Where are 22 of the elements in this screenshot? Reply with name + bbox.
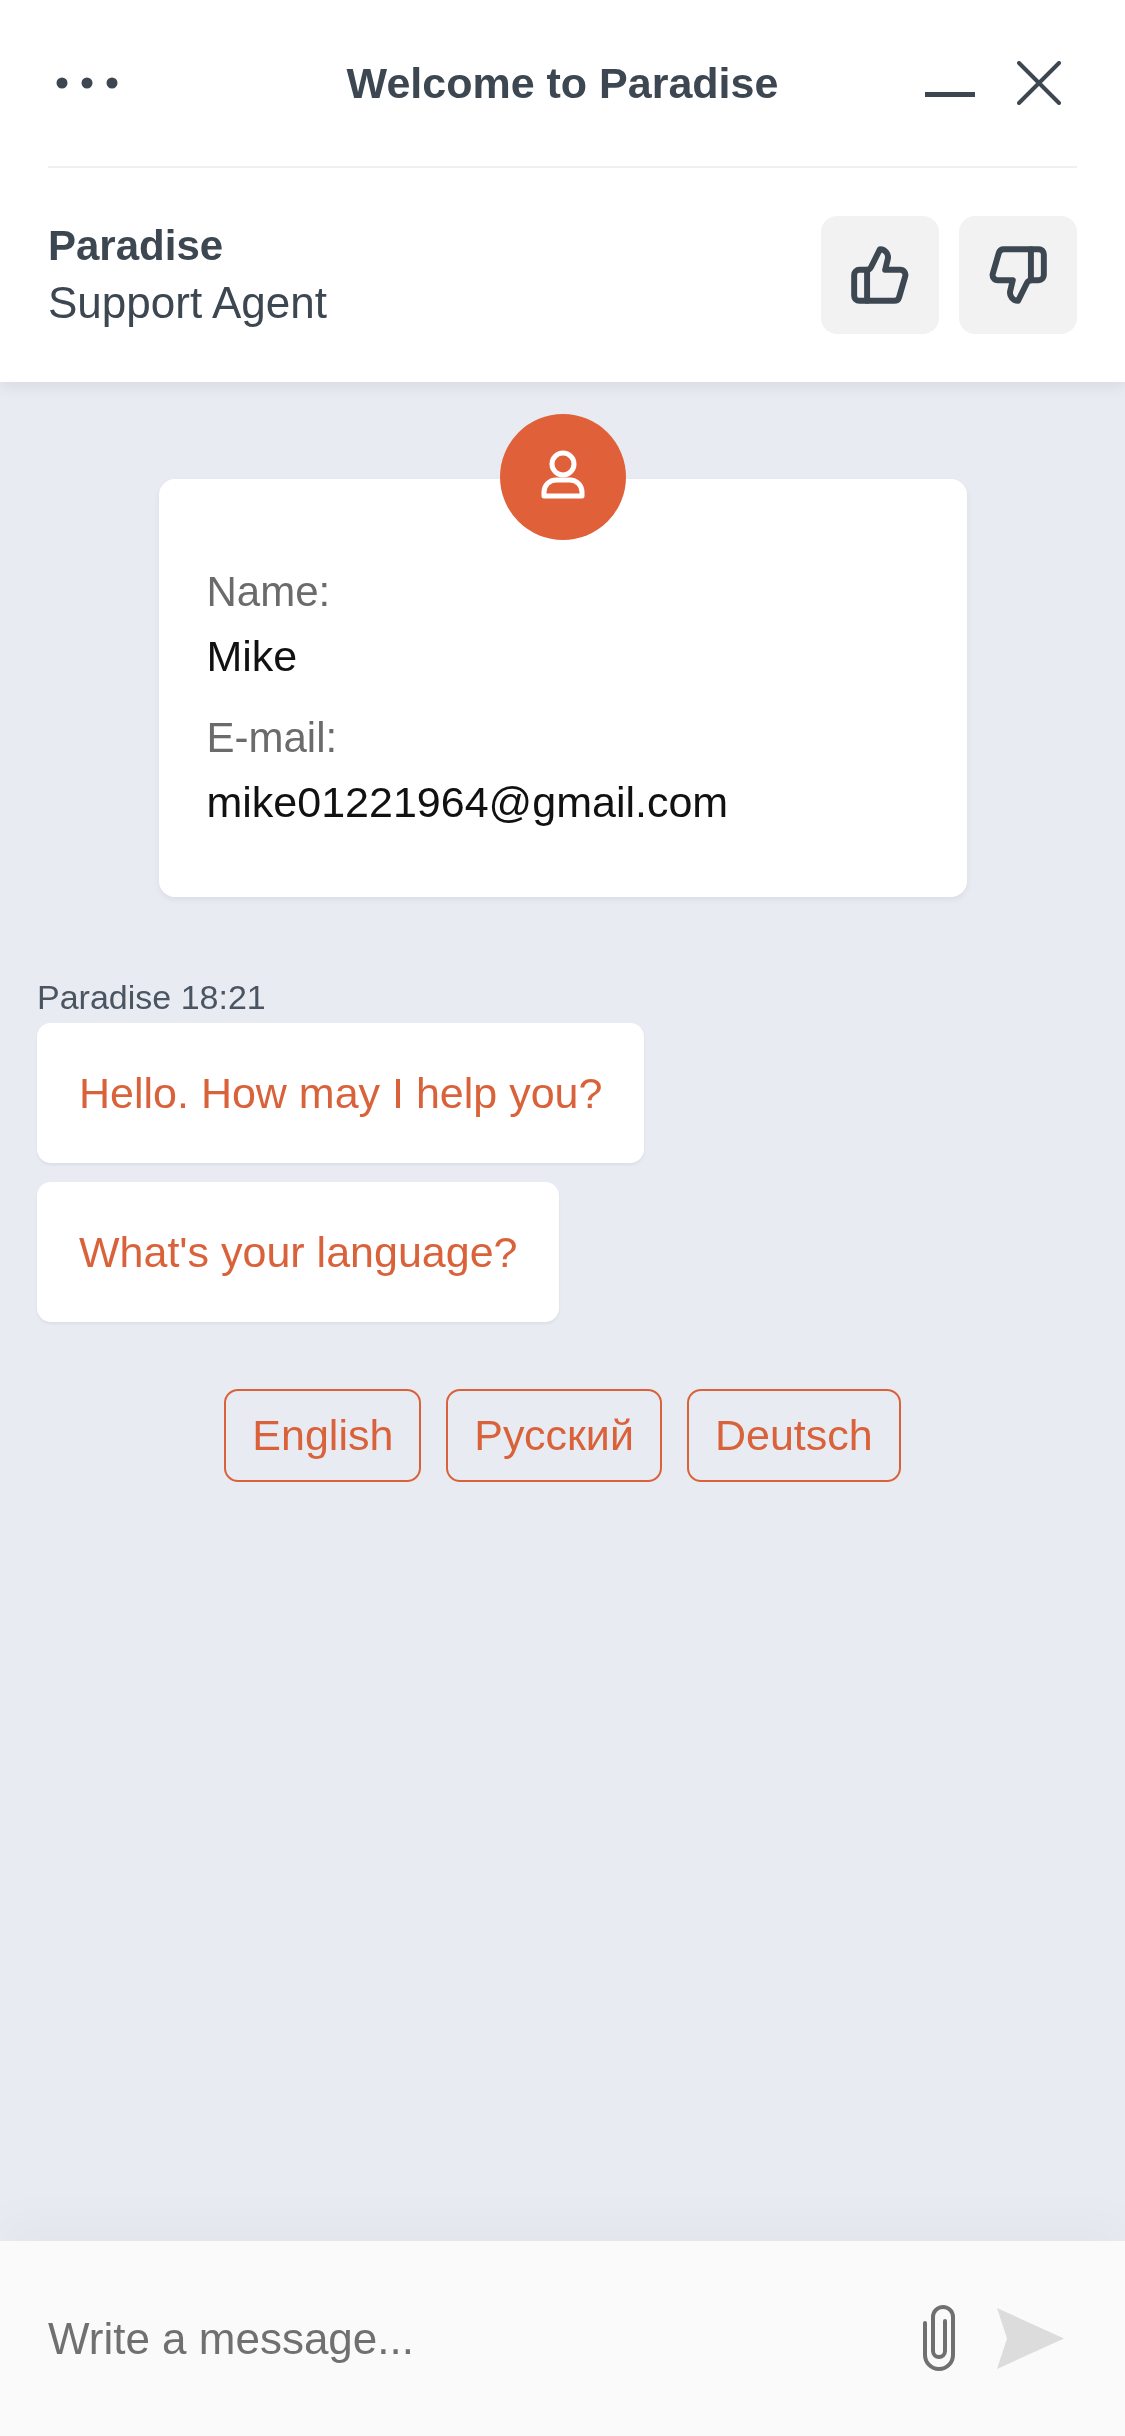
quick-reply-button[interactable]: English: [224, 1389, 422, 1482]
thumbs-down-button[interactable]: [959, 216, 1077, 334]
thumbs-up-button[interactable]: [821, 216, 939, 334]
quick-reply-button[interactable]: Русский: [446, 1389, 662, 1482]
paperclip-icon[interactable]: [922, 2303, 956, 2373]
message-meta: Paradise 18:21: [37, 977, 266, 1017]
field-value: mike01221964@gmail.com: [206, 777, 729, 828]
close-icon[interactable]: [1017, 61, 1061, 105]
message-input[interactable]: Write a message...: [0, 2241, 1125, 2436]
message-bubble: What's your language?: [37, 1182, 560, 1322]
message-bubble: Hello. How may I help you?: [37, 1023, 645, 1163]
agent-name: Paradise: [48, 221, 225, 271]
field-label: Name:: [206, 567, 331, 617]
field-value: Mike: [206, 631, 298, 682]
agent-role: Support Agent: [48, 277, 327, 329]
quick-reply-button[interactable]: Deutsch: [686, 1389, 901, 1482]
thumbs-down-icon: [987, 244, 1049, 306]
field-label: E-mail:: [206, 713, 338, 763]
minimize-icon[interactable]: [925, 91, 975, 97]
window-title: Welcome to Paradise: [346, 58, 779, 109]
thumbs-up-icon: [849, 244, 911, 306]
more-icon[interactable]: [56, 77, 118, 89]
